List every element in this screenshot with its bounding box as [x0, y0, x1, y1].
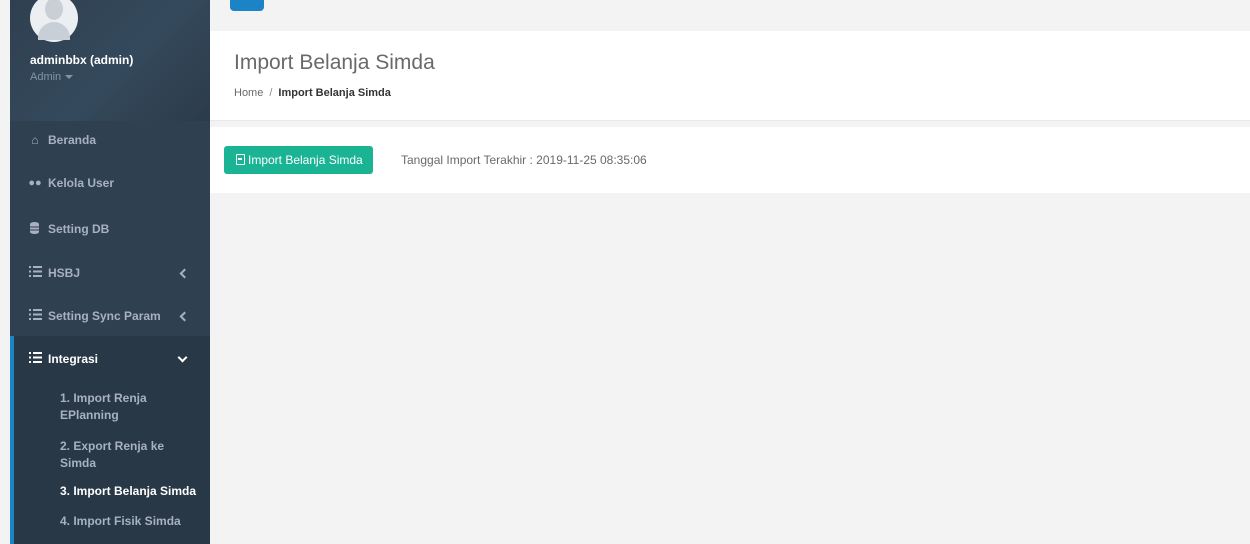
last-import-date: Tanggal Import Terakhir : 2019-11-25 08:…: [401, 153, 647, 167]
avatar[interactable]: [30, 0, 78, 42]
list-icon: [28, 266, 42, 280]
database-icon: [30, 222, 39, 236]
chevron-left-icon: [179, 268, 190, 279]
breadcrumb-current: Import Belanja Simda: [278, 87, 391, 99]
sidebar-item-beranda[interactable]: ⌂ Beranda: [10, 133, 210, 149]
sidebar-item-integrasi[interactable]: Integrasi: [10, 352, 210, 368]
chevron-down-icon: [177, 352, 188, 363]
home-icon: ⌂: [31, 133, 39, 147]
profile-panel: adminbbx (admin) Admin: [10, 0, 210, 121]
breadcrumb-separator: /: [269, 87, 273, 99]
sidebar-subitem-export-renja[interactable]: 2. Export Renja ke Simda: [60, 438, 208, 472]
subitem-label: Simda: [60, 456, 97, 470]
sidebar-subitem-import-renja[interactable]: 1. Import Renja EPlanning: [60, 390, 208, 424]
import-belanja-button[interactable]: Import Belanja Simda: [224, 146, 373, 174]
sidebar-subitem-import-fisik[interactable]: 4. Import Fisik Simda: [60, 513, 208, 530]
sidebar-item-label: Kelola User: [48, 176, 115, 190]
file-import-icon: [236, 154, 245, 165]
sidebar-item-label: Setting DB: [48, 222, 110, 236]
subitem-label: 2. Export Renja ke: [60, 439, 165, 453]
navbar-toggle-button[interactable]: [230, 0, 264, 11]
sidebar-item-label: Setting Sync Param: [48, 309, 161, 323]
subitem-label: 4. Import Fisik Simda: [60, 514, 181, 528]
breadcrumb: Home / Import Belanja Simda: [234, 87, 391, 99]
sidebar-item-label: Beranda: [48, 133, 97, 147]
sidebar-item-setting-sync-param[interactable]: Setting Sync Param: [10, 309, 210, 325]
sidebar-subitem-import-belanja[interactable]: 3. Import Belanja Simda: [60, 483, 208, 500]
subitem-label: 3. Import Belanja Simda: [60, 484, 197, 498]
chevron-left-icon: [179, 311, 190, 322]
content-panel: Import Belanja Simda Tanggal Import Tera…: [210, 127, 1250, 193]
subitem-label: EPlanning: [60, 408, 119, 422]
sidebar-item-kelola-user[interactable]: ●● Kelola User: [10, 176, 210, 192]
sidebar-item-label: Integrasi: [48, 352, 99, 366]
profile-name: adminbbx (admin): [30, 53, 134, 67]
users-icon: ●●: [28, 177, 42, 189]
list-icon: [28, 309, 42, 323]
profile-role: Admin: [30, 71, 62, 83]
list-icon: [28, 352, 42, 366]
sidebar-item-setting-db[interactable]: Setting DB: [10, 222, 210, 238]
caret-down-icon: [65, 75, 74, 80]
page-heading: Import Belanja Simda Home / Import Belanja…: [210, 31, 1250, 121]
sidebar-item-label: HSBJ: [48, 266, 81, 280]
subitem-label: 1. Import Renja: [60, 391, 147, 405]
import-button-label: Import Belanja Simda: [248, 153, 363, 167]
sidebar-item-hsbj[interactable]: HSBJ: [10, 266, 210, 282]
sidebar: adminbbx (admin) Admin ⌂ Beranda ●● Kelo…: [10, 0, 210, 544]
profile-role-dropdown[interactable]: Admin: [30, 71, 74, 83]
page-title: Import Belanja Simda: [234, 51, 435, 74]
breadcrumb-home[interactable]: Home: [234, 87, 263, 99]
